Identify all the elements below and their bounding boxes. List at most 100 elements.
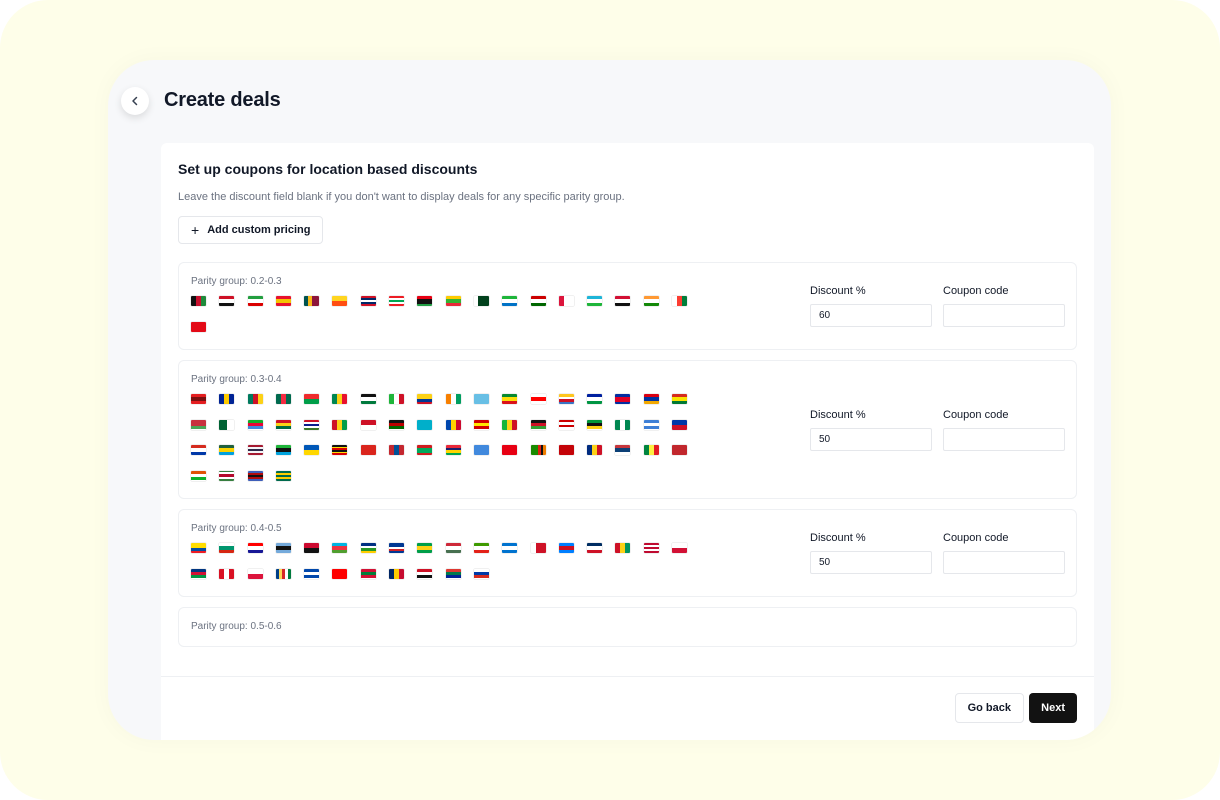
parity-group-label: Parity group: 0.5-0.6 xyxy=(191,621,282,632)
country-flag-icon xyxy=(389,568,405,579)
country-flag-icon xyxy=(191,445,206,455)
country-flag-icon xyxy=(417,445,433,455)
parity-group: Parity group: 0.5-0.6 xyxy=(178,607,1077,647)
country-flag-icon xyxy=(417,568,433,579)
country-flag-icon xyxy=(389,419,405,430)
country-flag-icon xyxy=(360,543,376,553)
country-flag-icon xyxy=(473,568,489,579)
country-flag-icon xyxy=(332,445,348,455)
country-flag-icon xyxy=(332,568,348,579)
country-flag-icon xyxy=(247,470,263,481)
coupon-code-field-wrapper: Coupon code xyxy=(943,532,1065,574)
country-flag-icon xyxy=(191,394,206,404)
country-flags xyxy=(191,296,701,337)
country-flag-icon xyxy=(445,445,461,455)
group-fields: Discount % Coupon code xyxy=(810,510,1065,596)
country-flag-icon xyxy=(247,296,263,306)
country-flag-icon xyxy=(191,543,206,553)
country-flag-icon xyxy=(530,394,546,404)
country-flag-icon xyxy=(275,296,291,306)
country-flag-icon xyxy=(672,419,688,430)
country-flag-icon xyxy=(247,445,263,455)
country-flag-icon xyxy=(672,296,688,306)
group-fields: Discount % Coupon code xyxy=(810,263,1065,349)
coupon-code-field-label: Coupon code xyxy=(943,532,1009,544)
go-back-button[interactable]: Go back xyxy=(954,693,1024,723)
country-flag-icon xyxy=(558,543,574,553)
country-flag-icon xyxy=(191,568,206,579)
country-flag-icon xyxy=(389,543,405,553)
discount-field-label: Discount % xyxy=(810,285,866,297)
country-flag-icon xyxy=(191,296,206,306)
country-flag-icon xyxy=(615,394,631,404)
country-flag-icon xyxy=(389,296,405,306)
country-flag-icon xyxy=(530,419,546,430)
card-title: Set up coupons for location based discou… xyxy=(178,161,478,177)
country-flag-icon xyxy=(247,394,263,404)
country-flag-icon xyxy=(502,296,518,306)
next-button[interactable]: Next xyxy=(1029,693,1077,723)
country-flag-icon xyxy=(360,296,376,306)
country-flag-icon xyxy=(558,419,574,430)
parity-groups-list[interactable]: Parity group: 0.2-0.3Discount %Coupon co… xyxy=(178,262,1077,651)
discount-field-wrapper: Discount % xyxy=(810,409,932,451)
country-flag-icon xyxy=(445,568,461,579)
country-flag-icon xyxy=(530,543,546,553)
coupon-code-field[interactable] xyxy=(943,427,1065,451)
country-flag-icon xyxy=(530,445,546,455)
discount-field[interactable] xyxy=(810,551,932,574)
country-flag-icon xyxy=(332,296,348,306)
country-flag-icon xyxy=(672,394,688,404)
discount-field-wrapper: Discount % xyxy=(810,532,932,574)
chevron-left-icon xyxy=(132,96,138,106)
country-flag-icon xyxy=(643,543,659,553)
group-fields: Discount % Coupon code xyxy=(810,361,1065,498)
country-flag-icon xyxy=(389,394,405,404)
country-flag-icon xyxy=(587,543,603,553)
country-flag-icon xyxy=(304,419,320,430)
country-flag-icon xyxy=(219,543,235,553)
country-flag-icon xyxy=(275,394,291,404)
country-flag-icon xyxy=(502,445,518,455)
country-flag-icon xyxy=(304,543,320,553)
country-flag-icon xyxy=(191,321,206,332)
discount-field-wrapper: Discount % xyxy=(810,285,932,327)
country-flag-icon xyxy=(275,568,291,579)
footer: Go back Next xyxy=(161,676,1094,740)
coupon-code-field[interactable] xyxy=(943,304,1065,327)
coupon-code-field-wrapper: Coupon code xyxy=(943,285,1065,327)
country-flag-icon xyxy=(502,394,518,404)
add-custom-pricing-button[interactable]: + Add custom pricing xyxy=(178,216,324,244)
parity-group: Parity group: 0.4-0.5Discount %Coupon co… xyxy=(178,509,1077,597)
country-flag-icon xyxy=(304,394,320,404)
country-flag-icon xyxy=(587,394,603,404)
discount-field[interactable] xyxy=(810,304,932,327)
country-flag-icon xyxy=(558,296,574,306)
country-flag-icon xyxy=(445,543,461,553)
country-flag-icon xyxy=(672,445,688,455)
country-flag-icon xyxy=(219,470,235,481)
coupon-code-field-label: Coupon code xyxy=(943,285,1009,297)
country-flag-icon xyxy=(219,394,235,404)
country-flag-icon xyxy=(558,394,574,404)
country-flag-icon xyxy=(275,419,291,430)
parity-group: Parity group: 0.3-0.4Discount %Coupon co… xyxy=(178,360,1077,499)
country-flag-icon xyxy=(417,419,433,430)
discount-field-label: Discount % xyxy=(810,408,866,421)
country-flag-icon xyxy=(304,445,320,455)
country-flag-icon xyxy=(332,394,348,404)
coupons-card: Set up coupons for location based discou… xyxy=(161,143,1094,740)
country-flags xyxy=(191,394,701,486)
discount-field[interactable] xyxy=(810,427,932,451)
country-flag-icon xyxy=(360,394,376,404)
country-flag-icon xyxy=(417,296,433,306)
country-flag-icon xyxy=(304,568,320,579)
coupon-code-field[interactable] xyxy=(943,551,1065,574)
country-flag-icon xyxy=(360,419,376,430)
country-flag-icon xyxy=(191,419,206,430)
country-flag-icon xyxy=(672,543,688,553)
country-flag-icon xyxy=(473,394,489,404)
back-button[interactable] xyxy=(121,87,149,115)
country-flag-icon xyxy=(247,419,263,430)
country-flag-icon xyxy=(191,470,206,481)
